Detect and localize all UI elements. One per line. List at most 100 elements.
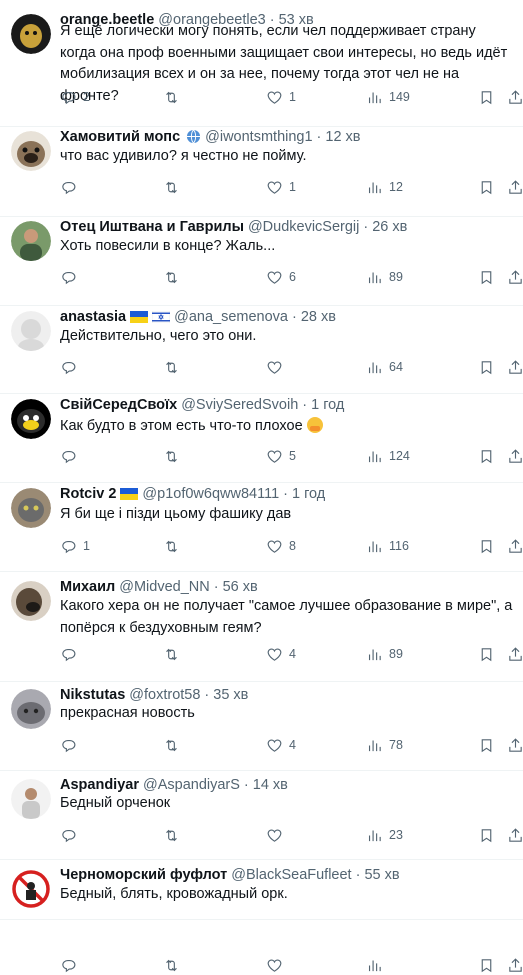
tweet-reply[interactable]: СвійСередСвоїх @SviySeredSvoih · 1 год Как б… (0, 394, 523, 483)
reply-button[interactable] (60, 644, 83, 664)
tweet-reply[interactable]: Хамовитий мопс @iwontsmthing1 · 12 хв что ва… (0, 127, 523, 217)
bookmark-button[interactable] (478, 955, 495, 975)
display-name[interactable]: Хамовитий мопс (60, 129, 180, 145)
bookmark-button[interactable] (478, 536, 495, 556)
timestamp[interactable]: 1 год (292, 486, 325, 502)
bookmark-button[interactable] (478, 267, 495, 287)
share-button[interactable] (507, 267, 523, 287)
retweet-button[interactable] (163, 644, 186, 664)
tweet-reply[interactable]: Aspandiyar @AspandiyarS · 14 хв Бедный орчен… (0, 771, 523, 860)
display-name[interactable]: Rotciv 2 (60, 486, 116, 502)
bookmark-button[interactable] (478, 87, 495, 107)
views-button[interactable]: 149 (366, 87, 410, 107)
bookmark-button[interactable] (478, 446, 495, 466)
like-button[interactable]: 4 (266, 644, 296, 664)
reply-button[interactable] (60, 177, 83, 197)
bookmark-button[interactable] (478, 644, 495, 664)
avatar[interactable] (11, 399, 51, 439)
user-handle[interactable]: @foxtrot58 (129, 687, 200, 703)
retweet-button[interactable] (163, 177, 186, 197)
like-button[interactable] (266, 357, 289, 377)
share-button[interactable] (507, 825, 523, 845)
display-name[interactable]: Отец Иштвана и Гаврилы (60, 219, 244, 235)
avatar[interactable] (11, 131, 51, 171)
timestamp[interactable]: 26 хв (372, 219, 407, 235)
share-button[interactable] (507, 644, 523, 664)
views-button[interactable]: 89 (366, 644, 403, 664)
user-handle[interactable]: @Midved_NN (119, 579, 209, 595)
reply-button[interactable] (60, 267, 83, 287)
avatar[interactable] (11, 488, 51, 528)
bookmark-button[interactable] (478, 825, 495, 845)
user-handle[interactable]: @p1of0w6qww84111 (142, 486, 279, 502)
avatar[interactable] (11, 779, 51, 819)
user-handle[interactable]: @BlackSeaFufleet (231, 867, 351, 883)
tweet-reply[interactable]: Nikstutas @foxtrot58 · 35 хв прекрасная ново… (0, 682, 523, 771)
timestamp[interactable]: 55 хв (364, 867, 399, 883)
views-button[interactable]: 64 (366, 357, 403, 377)
tweet-reply[interactable]: orange.beetle @orangebeetle3 · 53 хв Я ещё л… (0, 0, 523, 127)
user-handle[interactable]: @iwontsmthing1 (205, 129, 312, 145)
reply-button[interactable] (60, 357, 83, 377)
avatar[interactable] (11, 14, 51, 54)
share-button[interactable] (507, 955, 523, 975)
tweet-reply[interactable]: Отец Иштвана и Гаврилы @DudkevicSergij · 26… (0, 217, 523, 306)
user-handle[interactable]: @SviySeredSvoih (181, 397, 298, 413)
views-button[interactable]: 124 (366, 446, 410, 466)
avatar[interactable] (11, 689, 51, 729)
views-button[interactable] (366, 955, 389, 975)
tweet-reply[interactable]: Михаил @Midved_NN · 56 хв Какого хера он не … (0, 572, 523, 682)
display-name[interactable]: Aspandiyar (60, 777, 139, 793)
user-handle[interactable]: @AspandiyarS (143, 777, 240, 793)
timestamp[interactable]: 56 хв (223, 579, 258, 595)
reply-button[interactable] (60, 446, 83, 466)
avatar[interactable] (11, 221, 51, 261)
views-button[interactable]: 89 (366, 267, 403, 287)
reply-button[interactable]: 1 (60, 536, 90, 556)
bookmark-button[interactable] (478, 177, 495, 197)
reply-button[interactable] (60, 735, 83, 755)
reply-button[interactable] (60, 955, 83, 975)
like-button[interactable] (266, 955, 289, 975)
reply-button[interactable]: 2 (60, 87, 90, 107)
tweet-reply[interactable]: Rotciv 2 @p1of0w6qww84111 · 1 год Я би ще і … (0, 483, 523, 572)
retweet-button[interactable] (163, 536, 186, 556)
like-button[interactable]: 8 (266, 536, 296, 556)
share-button[interactable] (507, 87, 523, 107)
views-button[interactable]: 23 (366, 825, 403, 845)
views-button[interactable]: 78 (366, 735, 403, 755)
display-name[interactable]: Черноморский фуфлот (60, 867, 227, 883)
share-button[interactable] (507, 735, 523, 755)
user-handle[interactable]: @DudkevicSergij (248, 219, 359, 235)
display-name[interactable]: anastasia (60, 309, 126, 325)
share-button[interactable] (507, 446, 523, 466)
like-button[interactable] (266, 825, 289, 845)
retweet-button[interactable] (163, 735, 186, 755)
retweet-button[interactable] (163, 267, 186, 287)
like-button[interactable]: 1 (266, 177, 296, 197)
share-button[interactable] (507, 357, 523, 377)
retweet-button[interactable] (163, 87, 186, 107)
timestamp[interactable]: 14 хв (253, 777, 288, 793)
bookmark-button[interactable] (478, 735, 495, 755)
display-name[interactable]: Nikstutas (60, 687, 125, 703)
retweet-button[interactable] (163, 955, 186, 975)
timestamp[interactable]: 12 хв (325, 129, 360, 145)
display-name[interactable]: СвійСередСвоїх (60, 397, 177, 413)
like-button[interactable]: 6 (266, 267, 296, 287)
like-button[interactable]: 1 (266, 87, 296, 107)
share-button[interactable] (507, 177, 523, 197)
timestamp[interactable]: 35 хв (213, 687, 248, 703)
bookmark-button[interactable] (478, 357, 495, 377)
user-handle[interactable]: @ana_semenova (174, 309, 288, 325)
tweet-reply[interactable]: Черноморский фуфлот @BlackSeaFufleet · 55 х… (0, 860, 523, 972)
tweet-reply[interactable]: anastasia @ana_semenova · 28 хв Действительн… (0, 306, 523, 394)
avatar[interactable] (11, 311, 51, 351)
retweet-button[interactable] (163, 357, 186, 377)
reply-button[interactable] (60, 825, 83, 845)
avatar[interactable] (11, 869, 51, 909)
like-button[interactable]: 4 (266, 735, 296, 755)
display-name[interactable]: Михаил (60, 579, 115, 595)
share-button[interactable] (507, 536, 523, 556)
avatar[interactable] (11, 581, 51, 621)
